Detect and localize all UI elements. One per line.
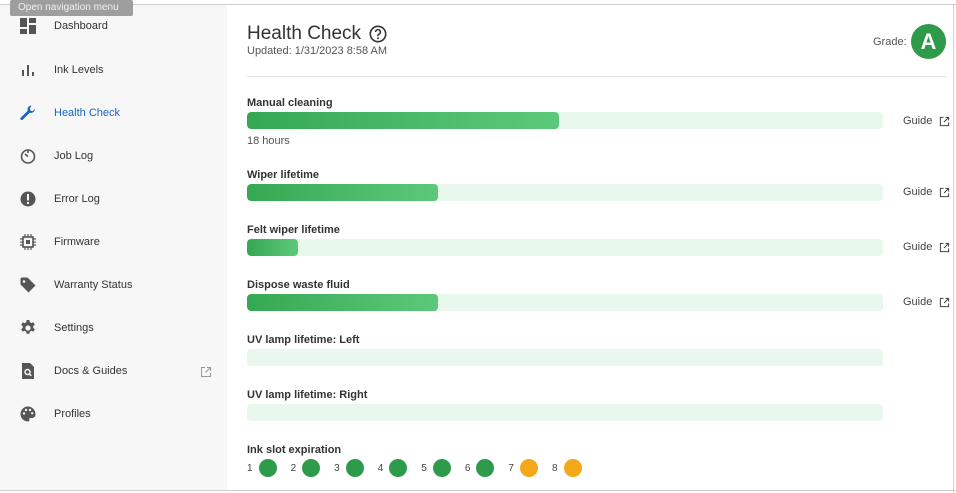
frame-right-line <box>953 4 954 493</box>
ink-slot-status-dot <box>302 459 321 477</box>
sidebar-item-firmware[interactable]: Firmware <box>0 220 227 263</box>
ink-slot-status-dot <box>389 459 408 477</box>
metric-label: Dispose waste fluid <box>247 279 350 291</box>
help-icon[interactable] <box>369 25 387 43</box>
guide-label: Guide <box>903 296 933 308</box>
wrench-icon <box>19 104 37 122</box>
timer-icon <box>19 147 37 165</box>
sidebar-item-job-log[interactable]: Job Log <box>0 134 227 177</box>
metric-label: Manual cleaning <box>247 97 333 109</box>
chip-icon <box>19 233 37 251</box>
sidebar-item-label: Firmware <box>54 235 100 248</box>
ink-slot-number: 2 <box>290 462 297 474</box>
page-title: Health Check <box>247 23 362 44</box>
guide-link-manual-cleaning[interactable]: Guide <box>903 115 950 127</box>
error-icon <box>19 190 37 208</box>
sidebar-item-health-check[interactable]: Health Check <box>0 91 227 134</box>
progress-track-wiper-lifetime <box>247 184 883 201</box>
sidebar-item-label: Job Log <box>54 149 94 162</box>
ink-slot-number: 6 <box>464 462 471 474</box>
guide-link-waste-fluid[interactable]: Guide <box>903 296 950 308</box>
external-link-icon <box>940 187 950 197</box>
metric-subtext: 18 hours <box>247 135 290 147</box>
ink-slot: 7 <box>508 459 538 477</box>
sidebar-item-docs-guides[interactable]: Docs & Guides <box>0 349 227 392</box>
updated-timestamp: Updated: 1/31/2023 8:58 AM <box>247 45 388 57</box>
sidebar-item-label: Settings <box>54 321 94 334</box>
nav-menu-tooltip: Open navigation menu <box>10 0 133 16</box>
palette-icon <box>19 405 37 423</box>
doc-search-icon <box>19 362 37 380</box>
grade-badge: A <box>911 24 946 59</box>
guide-label: Guide <box>903 115 933 127</box>
sidebar-item-profiles[interactable]: Profiles <box>0 392 227 435</box>
bar-chart-icon <box>19 61 37 79</box>
external-link-icon <box>200 365 212 377</box>
metric-label: Felt wiper lifetime <box>247 224 340 236</box>
gear-icon <box>19 319 37 337</box>
sidebar: Dashboard Ink Levels Health Check Job Lo… <box>0 5 227 491</box>
ink-slot-label: Ink slot expiration <box>247 444 342 456</box>
sidebar-item-label: Profiles <box>54 407 91 420</box>
frame-bottom-line <box>0 490 956 491</box>
ink-slot: 1 <box>247 459 277 477</box>
main-content: Health Check Updated: 1/31/2023 8:58 AM … <box>227 5 954 491</box>
ink-slot: 8 <box>552 459 582 477</box>
progress-fill <box>247 294 438 311</box>
guide-label: Guide <box>903 186 933 198</box>
sidebar-item-label: Ink Levels <box>54 63 104 76</box>
guide-link-felt-wiper[interactable]: Guide <box>903 241 950 253</box>
ink-slot: 4 <box>378 459 408 477</box>
progress-fill <box>247 239 298 256</box>
sidebar-item-label: Dashboard <box>54 19 108 32</box>
external-link-icon <box>940 242 950 252</box>
external-link-icon <box>940 116 950 126</box>
ink-slot: 2 <box>291 459 321 477</box>
sidebar-item-ink-levels[interactable]: Ink Levels <box>0 48 227 91</box>
ink-slot-status-dot <box>258 459 277 477</box>
tag-icon <box>19 276 37 294</box>
header-divider <box>247 76 947 77</box>
ink-slot-list: 1 2 3 4 5 6 7 8 <box>247 459 596 477</box>
sidebar-item-label: Error Log <box>54 192 100 205</box>
ink-slot-number: 1 <box>247 462 253 474</box>
ink-slot-number: 7 <box>508 462 514 474</box>
ink-slot-status-dot <box>476 459 495 477</box>
progress-fill <box>247 184 438 201</box>
ink-slot-number: 5 <box>421 462 427 474</box>
ink-slot: 5 <box>421 459 451 477</box>
progress-track-uv-right <box>247 404 883 421</box>
ink-slot-number: 3 <box>334 462 340 474</box>
metric-label: UV lamp lifetime: Right <box>247 389 368 401</box>
metric-label: UV lamp lifetime: Left <box>247 334 360 346</box>
dashboard-icon <box>19 17 37 35</box>
progress-track-felt-wiper <box>247 239 883 256</box>
progress-track-waste-fluid <box>247 294 883 311</box>
ink-slot: 3 <box>334 459 364 477</box>
sidebar-item-label: Docs & Guides <box>54 364 128 377</box>
sidebar-item-warranty-status[interactable]: Warranty Status <box>0 263 227 306</box>
guide-label: Guide <box>903 241 933 253</box>
ink-slot-status-dot <box>563 459 582 477</box>
metric-label: Wiper lifetime <box>247 169 320 181</box>
grade-label: Grade: <box>873 36 907 48</box>
ink-slot-status-dot <box>519 459 538 477</box>
sidebar-item-error-log[interactable]: Error Log <box>0 177 227 220</box>
ink-slot-status-dot <box>345 459 364 477</box>
sidebar-item-label: Health Check <box>54 106 121 119</box>
ink-slot-status-dot <box>432 459 451 477</box>
progress-track-manual-cleaning <box>247 112 883 129</box>
ink-slot-number: 8 <box>551 462 558 474</box>
progress-track-uv-left <box>247 349 883 366</box>
external-link-icon <box>940 297 950 307</box>
guide-link-wiper-lifetime[interactable]: Guide <box>903 186 950 198</box>
sidebar-item-settings[interactable]: Settings <box>0 306 227 349</box>
title-row: Health Check <box>247 23 387 45</box>
ink-slot-number: 4 <box>377 462 384 474</box>
ink-slot: 6 <box>465 459 495 477</box>
sidebar-item-label: Warranty Status <box>54 278 133 291</box>
progress-fill <box>247 112 559 129</box>
